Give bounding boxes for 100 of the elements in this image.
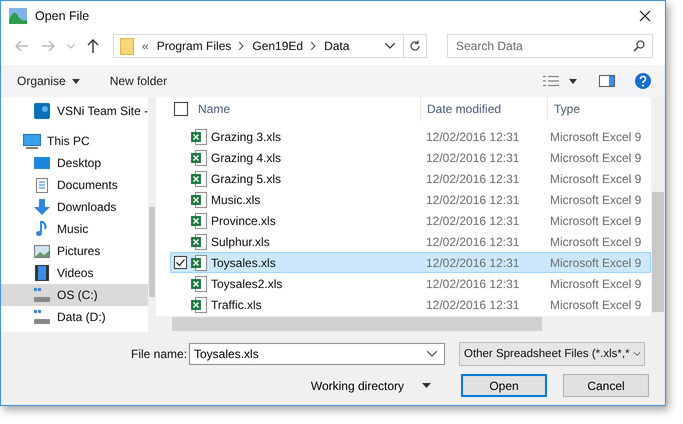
spreadsheet-file-icon: [191, 192, 207, 208]
search-field[interactable]: Search Data: [447, 34, 653, 58]
file-row[interactable]: Toysales2.xls 12/02/2016 12:31 Microsoft Excel 9: [170, 273, 651, 294]
sidebar-item[interactable]: Data (D:): [1, 306, 148, 328]
chevron-down-icon[interactable]: [427, 351, 437, 357]
file-name: Province.xls: [211, 214, 277, 228]
column-header[interactable]: Type: [548, 97, 650, 121]
spreadsheet-file-icon: [191, 128, 207, 144]
date-modified: 12/02/2016 12:31: [425, 256, 520, 270]
new-folder-button[interactable]: New folder: [104, 71, 174, 91]
down-arrow-icon: [33, 199, 51, 215]
select-all-checkbox[interactable]: [174, 102, 188, 116]
file-row[interactable]: Toysales.xls 12/02/2016 12:31 Microsoft Excel 9: [170, 252, 651, 273]
file-name-label: File name:: [131, 347, 188, 361]
file-name: Grazing 5.xls: [211, 172, 282, 186]
path-segment[interactable]: Program Files: [156, 39, 232, 53]
file-name: Sulphur.xls: [211, 234, 271, 248]
spreadsheet-file-icon: [191, 276, 207, 292]
spreadsheet-file-icon: [191, 234, 207, 250]
file-row[interactable]: Grazing 5.xls 12/02/2016 12:31 Microsoft Excel 9: [170, 168, 651, 189]
sidebar-item[interactable]: Pictures: [1, 240, 148, 262]
cancel-button[interactable]: Cancel: [563, 374, 649, 397]
open-button[interactable]: Open: [461, 374, 547, 397]
file-type: Microsoft Excel 9: [549, 150, 642, 164]
drive-icon: [33, 310, 51, 324]
spreadsheet-file-icon: [191, 212, 207, 228]
spreadsheet-file-icon: [191, 170, 207, 186]
file-name-field[interactable]: Toysales.xls: [189, 343, 445, 365]
sidebar-item[interactable]: Downloads: [1, 196, 148, 218]
sidebar-item[interactable]: Videos: [1, 262, 148, 284]
chevron-right-icon[interactable]: [311, 42, 316, 50]
overflow-chevrons[interactable]: «: [142, 39, 149, 53]
date-modified: 12/02/2016 12:31: [425, 192, 520, 206]
date-modified: 12/02/2016 12:31: [425, 214, 520, 228]
film-strip-icon: [33, 265, 51, 281]
file-type: Microsoft Excel 9: [549, 234, 642, 248]
spreadsheet-file-icon: [191, 254, 207, 270]
file-name: Toysales2.xls: [211, 276, 284, 290]
file-name: Grazing 3.xls: [211, 130, 282, 144]
file-row[interactable]: Sulphur.xls 12/02/2016 12:31 Microsoft Excel 9: [170, 231, 651, 252]
document-icon: [33, 178, 51, 192]
path-segment[interactable]: Gen19Ed: [252, 39, 304, 53]
file-row[interactable]: Music.xls 12/02/2016 12:31 Microsoft Excel 9: [170, 189, 651, 210]
file-type: Microsoft Excel 9: [549, 172, 642, 186]
organise-menu-button[interactable]: Organise: [11, 71, 86, 91]
sidebar-item[interactable]: This PC: [1, 130, 148, 152]
file-name: Grazing 4.xls: [211, 150, 282, 164]
file-row[interactable]: Grazing 4.xls 12/02/2016 12:31 Microsoft Excel 9: [170, 147, 651, 168]
file-type: Microsoft Excel 9: [549, 298, 642, 312]
file-list-scrollbar[interactable]: [651, 97, 665, 316]
chevron-down-icon[interactable]: [385, 43, 395, 49]
file-type: Microsoft Excel 9: [549, 130, 642, 144]
path-segment[interactable]: Data: [324, 39, 350, 53]
help-icon[interactable]: [635, 73, 651, 89]
column-header[interactable]: Date modified: [421, 97, 548, 121]
horizontal-scrollbar[interactable]: [156, 316, 665, 332]
chevron-right-icon[interactable]: [239, 42, 244, 50]
date-modified: 12/02/2016 12:31: [425, 276, 520, 290]
caret-icon: [422, 383, 431, 388]
file-name: Toysales.xls: [211, 256, 277, 270]
picture-icon: [33, 244, 51, 258]
file-type: Microsoft Excel 9: [549, 276, 642, 290]
chevron-down-icon: [634, 351, 640, 357]
file-type-dropdown[interactable]: Other Spreadsheet Files (*.xls*,*: [459, 342, 645, 366]
checkmark-icon[interactable]: [174, 256, 187, 269]
close-icon[interactable]: [639, 10, 651, 22]
sidebar-item[interactable]: Music: [1, 218, 148, 240]
app-logo-icon: [9, 8, 27, 24]
up-arrow-icon[interactable]: [87, 39, 99, 53]
spreadsheet-file-icon: [191, 296, 207, 312]
file-row[interactable]: Grazing 3.xls 12/02/2016 12:31 Microsoft Excel 9: [170, 126, 651, 147]
sidebar-item[interactable]: Documents: [1, 174, 148, 196]
folder-icon: [120, 38, 134, 54]
search-icon: [633, 40, 645, 52]
address-bar[interactable]: « Program Files Gen19Ed Data: [113, 34, 427, 58]
computer-icon: [23, 134, 41, 148]
date-modified: 12/02/2016 12:31: [425, 234, 520, 248]
working-directory-menu-button[interactable]: Working directory: [304, 378, 437, 394]
preview-pane-icon[interactable]: [599, 75, 615, 87]
refresh-icon: [409, 40, 421, 52]
file-row[interactable]: Traffic.xls 12/02/2016 12:31 Microsoft Excel 9: [170, 294, 651, 315]
drive-icon: [33, 288, 51, 302]
column-header[interactable]: Name: [198, 97, 421, 121]
file-type: Microsoft Excel 9: [549, 214, 642, 228]
file-type: Microsoft Excel 9: [549, 192, 642, 206]
file-type: Microsoft Excel 9: [549, 256, 642, 270]
caret-icon[interactable]: [569, 78, 577, 84]
file-row[interactable]: Province.xls 12/02/2016 12:31 Microsoft Excel 9: [170, 210, 651, 231]
sidebar-item[interactable]: Desktop: [1, 152, 148, 174]
sidebar-item[interactable]: OS (C:): [1, 284, 148, 306]
view-details-icon[interactable]: [543, 75, 559, 87]
sidebar-scrollbar[interactable]: [148, 97, 156, 332]
date-modified: 12/02/2016 12:31: [425, 150, 520, 164]
file-name: Music.xls: [211, 192, 262, 206]
date-modified: 12/02/2016 12:31: [425, 298, 520, 312]
date-modified: 12/02/2016 12:31: [425, 172, 520, 186]
caret-icon: [72, 78, 80, 84]
spreadsheet-file-icon: [191, 150, 207, 166]
sidebar-item[interactable]: VSNi Team Site -: [1, 100, 148, 122]
desktop-icon: [33, 157, 51, 169]
